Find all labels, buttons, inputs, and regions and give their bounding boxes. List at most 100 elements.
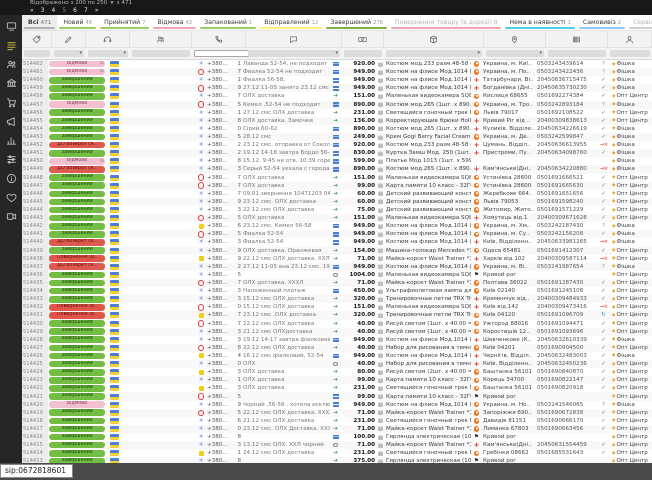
client-phone[interactable]: +380... (206, 134, 230, 140)
tracking-number[interactable]: 0501690666170 (536, 418, 596, 424)
status-pill[interactable]: ДО Возврат ск.. (49, 263, 105, 270)
client-phone[interactable]: +380... (206, 369, 230, 375)
status-pill[interactable]: Завершений (49, 85, 105, 92)
status-pill[interactable]: Відмова⊙ (49, 69, 105, 76)
status-pill[interactable]: Завершений (49, 223, 105, 230)
pagination-page-5[interactable]: 5 (62, 7, 66, 15)
client-phone[interactable]: +380... (206, 272, 230, 278)
status-pill[interactable]: Завершений (49, 191, 105, 198)
order-row[interactable]: 514459 Завершений +380... 9 27.12 11-05 … (22, 84, 652, 92)
tracking-number[interactable]: 0503242156208 (536, 231, 596, 237)
order-row[interactable]: 514443 Завершений +380... 5 ОЛХ доставка… (22, 214, 652, 222)
tracking-number[interactable]: 20450633981265 (536, 239, 596, 245)
tracking-number[interactable]: 20450632483003 (536, 353, 596, 359)
tracking-number[interactable]: 20450636715475 (536, 77, 596, 83)
order-row[interactable]: 514420 Відмова ✳ +380... 9 Чорний ,56-58… (22, 401, 652, 409)
tracking-number[interactable]: 0501691651656 (536, 191, 596, 197)
status-pill[interactable]: Завершений (49, 150, 105, 157)
client-phone[interactable]: +380... (206, 345, 230, 351)
tracking-number[interactable]: 0501691094471 (536, 321, 596, 327)
status-pill[interactable]: Відмова⊙ (49, 61, 105, 68)
tab-services[interactable]: Сервіси0 (627, 15, 652, 30)
tracking-number[interactable]: 0501691666521 (536, 175, 596, 181)
tracking-number[interactable]: 0501690663456 (536, 426, 596, 432)
status-pill[interactable]: Завершений (49, 93, 105, 100)
tracking-number[interactable]: 20400309484933 (536, 296, 596, 302)
client-phone[interactable]: +380... (206, 288, 230, 294)
status-pill[interactable]: Завершений (49, 288, 105, 295)
order-row[interactable]: 514424 Завершений +380... 3 ОЛХ доставка… (22, 368, 652, 376)
tracking-number[interactable]: 20450634220880 (536, 166, 596, 172)
status-pill[interactable]: Завершений (49, 377, 105, 384)
sliders-icon[interactable] (4, 153, 18, 165)
status-pill[interactable]: Завершений (49, 199, 105, 206)
order-row[interactable]: 514423 Завершений ✳ +380... 1 ОЛХ достав… (22, 376, 652, 384)
status-pill[interactable]: Завершений (49, 182, 105, 189)
order-row[interactable]: 514451 Завершений ✳ +380... 2 19.12 14-1… (22, 149, 652, 157)
tracking-number[interactable]: 20450634226619 (536, 126, 596, 132)
order-row[interactable]: 514444 Завершений ✳ +380... 3 22.12 смс … (22, 206, 652, 214)
client-phone[interactable]: +380... (206, 102, 230, 108)
tracking-number[interactable]: 20400309671628 (536, 215, 596, 221)
care-icon[interactable] (4, 191, 18, 203)
status-pill[interactable]: Завершений (49, 207, 105, 214)
order-row[interactable]: 514429 Завершений ✳ +380... 3 21.12 смс … (22, 328, 652, 336)
client-phone[interactable]: +380... (206, 223, 230, 229)
client-phone[interactable]: +380... (206, 256, 230, 262)
order-row[interactable]: 514417 Завершений ✳ +380... 0 23.12 смс.… (22, 425, 652, 433)
tracking-number[interactable]: 0501691287430 (536, 280, 596, 286)
tracking-number[interactable]: 0501691598240 (536, 199, 596, 205)
status-pill[interactable]: Завершений (49, 418, 105, 425)
client-phone[interactable]: +380... (206, 264, 230, 270)
client-phone[interactable]: +380... (206, 304, 230, 310)
client-phone[interactable]: +380... (206, 248, 230, 254)
order-row[interactable]: 514438 Повернення (в.. +380... 9 22.12 с… (22, 255, 652, 263)
status-pill[interactable]: Завершений (49, 361, 105, 368)
status-pill[interactable]: Завершений (49, 77, 105, 84)
tracking-number[interactable]: 0501690822147 (536, 377, 596, 383)
status-pill[interactable]: Завершений (49, 385, 105, 392)
order-row[interactable]: 514434 Завершений ✳ +380... 3 Наложенный… (22, 287, 652, 295)
order-row[interactable]: 514458 Завершений ✳ +380... 7 ОЛХ достав… (22, 92, 652, 100)
filter-dropdown[interactable]: ▾ (88, 50, 128, 57)
orders-icon[interactable] (4, 39, 18, 51)
pagination-first[interactable]: « (30, 7, 34, 15)
order-row[interactable]: 514436 Завершений ✳ +380... 5 1004.00 Ма… (22, 271, 652, 279)
order-row[interactable]: 514442 Завершений +380... 6 23.12 смс. К… (22, 222, 652, 230)
order-row[interactable]: 514446 Завершений ✳ +380... 7 09.01 звер… (22, 190, 652, 198)
client-phone[interactable]: +380... (206, 118, 230, 124)
status-pill[interactable]: ДО Возврат ск.. (49, 142, 105, 149)
tracking-number[interactable]: 20450636613955 (536, 142, 596, 148)
tab-refused[interactable]: Відмова42 (151, 15, 198, 30)
order-row[interactable]: 514455 Завершений ✳ +380... 8 ОЛХ достав… (22, 117, 652, 125)
status-pill[interactable]: Завершений (49, 336, 105, 343)
client-phone[interactable]: +380... (206, 142, 230, 148)
client-phone[interactable]: +380... (206, 85, 230, 91)
client-phone[interactable]: +380... (206, 312, 230, 318)
order-row[interactable]: 514414 Завершений +380... 1 24.12 смс ОЛ… (22, 449, 652, 457)
status-pill[interactable]: Завершений (49, 215, 105, 222)
status-pill[interactable]: Повернення (в.. (49, 312, 105, 319)
order-row[interactable]: 514430 Завершений +380... 7 22.12 смс ОЛ… (22, 320, 652, 328)
order-row[interactable]: 514427 Завершений +380... 8 22.12 смс ОЛ… (22, 344, 652, 352)
status-pill[interactable]: Відмова (49, 101, 105, 108)
tracking-number[interactable]: 0501691412307 (536, 248, 596, 254)
order-row[interactable]: 514426 Завершений +380... 4 16.12 смс фі… (22, 352, 652, 360)
pagination-page-3[interactable]: 3 (41, 7, 45, 15)
order-row[interactable]: 514461 Відмова⊙ +380... 7 Фиалка 52-54 н… (22, 68, 652, 76)
order-row[interactable]: 514422 Завершений +380... 3 ОЛХ доставка… (22, 384, 652, 392)
tracking-number[interactable]: 0501685531643 (536, 450, 596, 456)
order-row[interactable]: 514428 Завершений ✳ +380... 3 19.12 14-1… (22, 336, 652, 344)
client-phone[interactable]: +380... (206, 385, 230, 391)
client-phone[interactable]: +380... (206, 418, 230, 424)
app-logo-icon[interactable] (3, 1, 19, 14)
filter-dropdown[interactable]: ▾ (248, 50, 340, 57)
order-row[interactable]: 514457 Відмова +380... 5 Кемел ,52-54 не… (22, 101, 652, 109)
tracking-number[interactable]: 0501691245108 (536, 288, 596, 294)
tab-out-of-stock[interactable]: Нема в наявності1 (503, 15, 577, 30)
client-phone[interactable]: +380... (206, 337, 230, 343)
client-phone[interactable]: +380... (206, 402, 230, 408)
client-phone[interactable]: +380... (206, 296, 230, 302)
status-pill[interactable]: Відмова⊙ (49, 158, 105, 165)
order-row[interactable]: 514435 Завершений +380... 7 ОЛХ доставка… (22, 279, 652, 287)
